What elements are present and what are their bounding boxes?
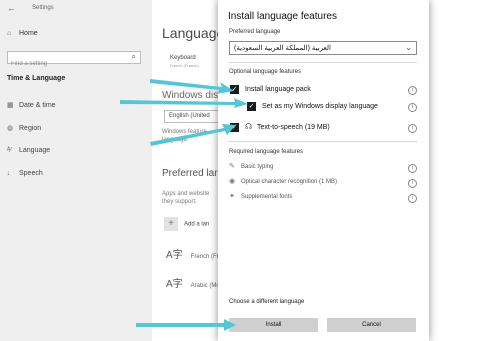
search-input[interactable] — [8, 58, 126, 70]
speech-icon: ☊ — [245, 122, 253, 131]
add-language-button[interactable]: + Add a lan — [164, 217, 209, 231]
globe-icon: ◍ — [7, 125, 14, 132]
annotation-arrow — [150, 79, 234, 94]
install-button[interactable]: Install — [229, 318, 318, 332]
section-title: Time & Language — [7, 75, 66, 82]
divider — [229, 62, 417, 63]
description-line: they support. — [162, 199, 197, 205]
annotation-arrow — [150, 124, 236, 146]
sidebar-item-label: Date & time — [19, 102, 56, 109]
info-icon[interactable]: i — [408, 179, 417, 188]
annotation-arrow — [136, 319, 236, 331]
selected-language-value: العربية (المملكة العربية السعودية) — [234, 45, 331, 52]
cancel-button[interactable]: Cancel — [327, 318, 416, 332]
ocr-icon: ◉ — [229, 178, 236, 185]
microphone-icon: ♩ — [7, 170, 14, 177]
preferred-languages-description: Apps and website they support. — [162, 190, 209, 206]
sidebar-item-region[interactable]: ◍ Region — [7, 124, 41, 132]
preferred-languages-title: Preferred lan — [162, 168, 220, 179]
info-icon[interactable]: i — [408, 194, 417, 203]
text-to-speech-label: Text-to-speech (19 MB) — [257, 124, 330, 131]
sidebar-item-speech[interactable]: ♩ Speech — [7, 170, 43, 177]
required-features-label: Required language features — [229, 149, 304, 155]
info-icon[interactable]: i — [408, 86, 417, 95]
sidebar-item-label: Language — [19, 147, 51, 154]
preferred-language-select[interactable]: العربية (المملكة العربية السعودية) ⌄ — [229, 41, 417, 55]
sidebar-item-label: Speech — [19, 170, 43, 177]
preferred-language-label: Preferred language — [229, 29, 281, 35]
ocr-label: Optical character recognition (1 MB) — [241, 179, 338, 185]
chevron-down-icon: ⌄ — [405, 43, 412, 52]
sidebar-item-label: Region — [19, 125, 42, 132]
divider — [229, 141, 417, 142]
install-language-pack-label: Install language pack — [245, 86, 311, 93]
home-icon: ⌂ — [7, 30, 12, 37]
install-language-dialog: Install language features Preferred lang… — [218, 0, 429, 341]
sparkle-icon: ✦ — [229, 193, 235, 200]
keyboard-title: Keyboard — [170, 55, 196, 61]
optional-features-label: Optional language features — [229, 69, 302, 75]
info-icon[interactable]: i — [408, 103, 417, 112]
language-icon: ᴬ⁄ — [7, 147, 12, 154]
language-label: Arabic (Mc — [190, 283, 220, 289]
dialog-title: Install language features — [228, 11, 337, 22]
home-label: Home — [19, 30, 38, 37]
sidebar-item-date-time[interactable]: ▦ Date & time — [7, 101, 56, 109]
settings-sidebar: ← Settings ⌂ Home ⌕ Time & Language ▦ Date… — [0, 0, 152, 341]
pen-icon: ✎ — [229, 163, 235, 170]
annotation-arrow — [120, 98, 248, 108]
keyboard-subtitle: French (France) — [170, 63, 199, 68]
add-language-label: Add a lan — [184, 221, 210, 228]
plus-icon: + — [164, 217, 178, 231]
sidebar-item-home[interactable]: ⌂ Home — [7, 30, 38, 37]
info-icon[interactable]: i — [408, 124, 417, 133]
basic-typing-label: Basic typing — [241, 164, 274, 170]
back-arrow-icon[interactable]: ← — [7, 3, 16, 13]
description-line: Apps and website — [162, 191, 210, 197]
search-icon[interactable]: ⌕ — [132, 52, 136, 62]
language-item-arabic[interactable]: A字 Arabic (Mc — [166, 275, 219, 290]
calendar-icon: ▦ — [7, 102, 14, 109]
choose-different-language-link[interactable]: Choose a different language — [229, 299, 304, 305]
sidebar-item-language[interactable]: ᴬ⁄ Language — [7, 147, 50, 154]
page-title: Language — [162, 25, 225, 41]
supplemental-fonts-label: Supplemental fonts — [241, 194, 293, 200]
search-box[interactable]: ⌕ — [7, 51, 141, 70]
language-icon: A字 — [166, 250, 183, 261]
set-display-language-label: Set as my Windows display language — [262, 103, 378, 110]
language-item-french[interactable]: A字 French (Fra — [166, 246, 222, 261]
info-icon[interactable]: i — [408, 164, 417, 173]
language-icon: A字 — [166, 279, 183, 290]
app-title: Settings — [32, 5, 54, 11]
